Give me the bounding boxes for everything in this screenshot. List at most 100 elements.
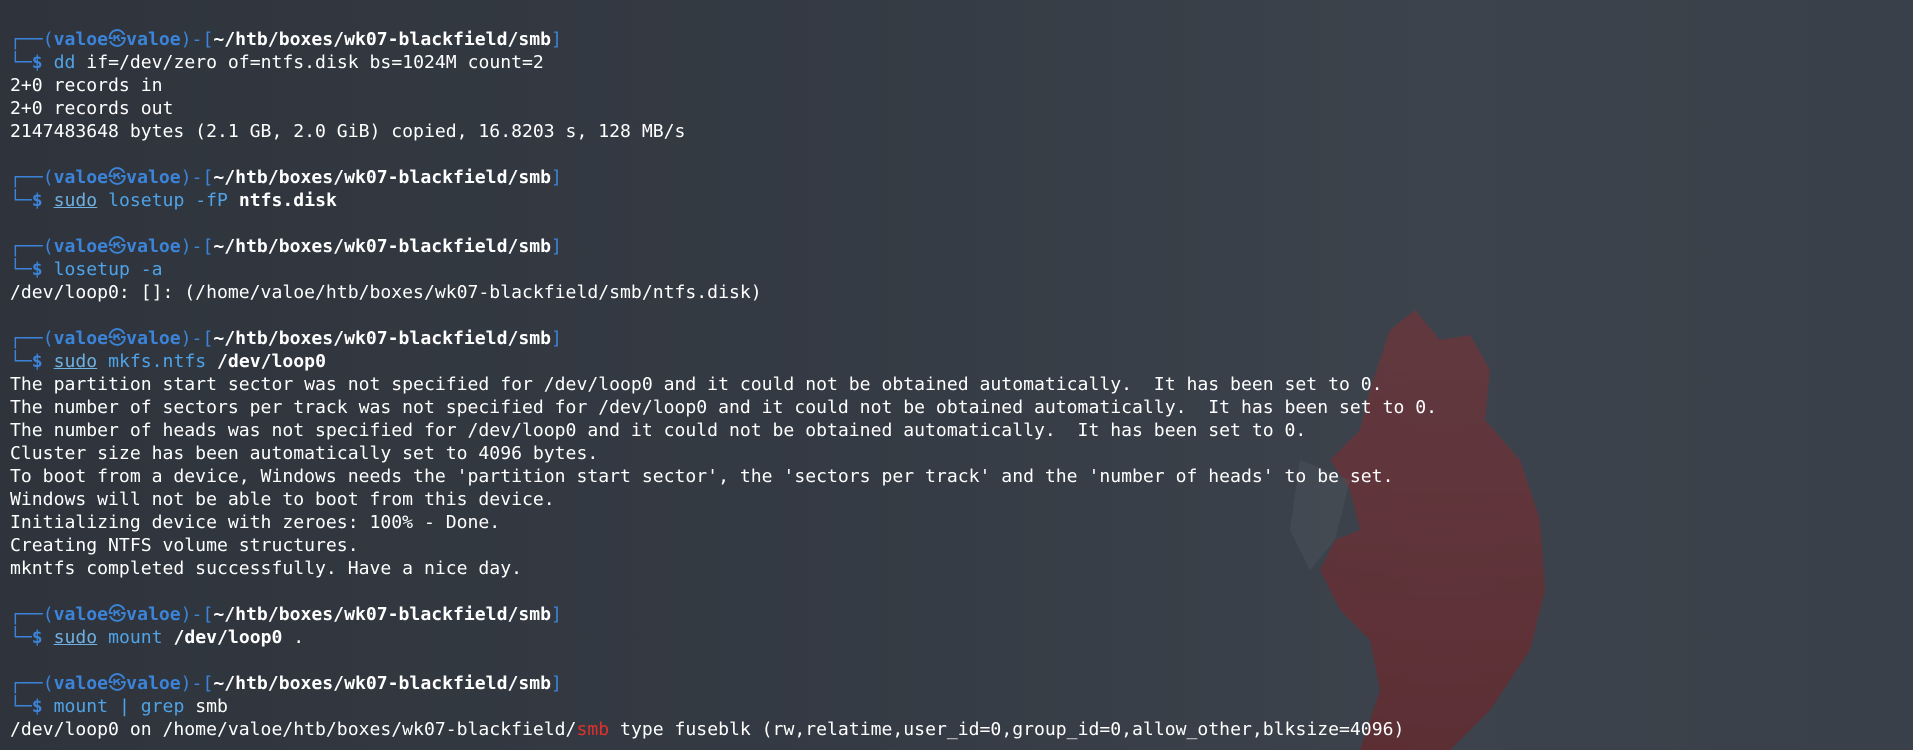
command-name: losetup: [108, 190, 185, 211]
prompt-bracket: ]: [551, 29, 562, 50]
prompt-separator: -[: [191, 236, 214, 257]
output-line: The number of heads was not specified fo…: [10, 420, 1307, 441]
prompt-separator: -[: [191, 167, 214, 188]
prompt-dollar: $: [31, 696, 43, 717]
prompt-at-icon: ㉿: [108, 673, 127, 694]
prompt-paren: ): [180, 328, 192, 349]
output-line: To boot from a device, Windows needs the…: [10, 466, 1394, 487]
prompt-bracket: ]: [551, 167, 562, 188]
prompt-cwd: ~/htb/boxes/wk07-blackfield/smb: [213, 673, 552, 694]
prompt-host: valoe: [126, 236, 181, 257]
prompt-cwd: ~/htb/boxes/wk07-blackfield/smb: [213, 604, 552, 625]
prompt-bracket: ]: [551, 604, 562, 625]
prompt-separator: -[: [191, 673, 214, 694]
prompt-frame-top: ┌──: [10, 673, 43, 694]
prompt-line: ┌──(valoe㉿valoe)-[~/htb/boxes/wk07-black…: [10, 235, 1437, 258]
prompt-frame-bottom: └─: [10, 696, 32, 717]
prompt-line: ┌──(valoe㉿valoe)-[~/htb/boxes/wk07-black…: [10, 28, 1437, 51]
command-line: └─$ sudo losetup -fP ntfs.disk: [10, 189, 1437, 212]
prompt-dollar: $: [31, 259, 43, 280]
command-name: grep: [140, 696, 185, 717]
prompt-at-icon: ㉿: [108, 167, 127, 188]
prompt-frame-top: ┌──: [10, 604, 43, 625]
prompt-dollar: $: [31, 52, 43, 73]
prompt-host: valoe: [126, 673, 181, 694]
prompt-cwd: ~/htb/boxes/wk07-blackfield/smb: [213, 167, 552, 188]
output-line: Windows will not be able to boot from th…: [10, 489, 555, 510]
prompt-paren: ): [180, 167, 192, 188]
prompt-user: valoe: [53, 328, 109, 349]
command-path-arg: /dev/loop0: [206, 351, 326, 372]
grep-match: smb: [576, 719, 610, 740]
output-line: mkntfs completed successfully. Have a ni…: [10, 558, 522, 579]
prompt-frame-top: ┌──: [10, 29, 43, 50]
prompt-separator: -[: [191, 604, 214, 625]
prompt-at-icon: ㉿: [108, 604, 127, 625]
prompt-line: ┌──(valoe㉿valoe)-[~/htb/boxes/wk07-black…: [10, 327, 1437, 350]
prompt-bracket: ]: [551, 236, 562, 257]
prompt-paren: ): [180, 673, 192, 694]
command-name: losetup: [53, 259, 130, 280]
prompt-line: ┌──(valoe㉿valoe)-[~/htb/boxes/wk07-black…: [10, 672, 1437, 695]
command-path-arg: /dev/loop0: [162, 627, 283, 648]
sudo-keyword: sudo: [53, 351, 98, 372]
prompt-paren: ): [180, 604, 192, 625]
output-line: 2147483648 bytes (2.1 GB, 2.0 GiB) copie…: [10, 121, 686, 142]
prompt-dollar: $: [31, 190, 43, 211]
prompt-user: valoe: [53, 604, 109, 625]
prompt-paren: ): [180, 236, 192, 257]
prompt-dollar: $: [31, 627, 43, 648]
command-args: smb: [184, 696, 228, 717]
prompt-cwd: ~/htb/boxes/wk07-blackfield/smb: [213, 328, 552, 349]
prompt-user: valoe: [53, 167, 109, 188]
prompt-frame-bottom: └─: [10, 627, 32, 648]
output-line: The number of sectors per track was not …: [10, 397, 1438, 418]
prompt-host: valoe: [126, 604, 181, 625]
prompt-host: valoe: [126, 328, 181, 349]
prompt-line: ┌──(valoe㉿valoe)-[~/htb/boxes/wk07-black…: [10, 603, 1437, 626]
command-line: └─$ losetup -a: [10, 258, 1437, 281]
prompt-line: ┌──(valoe㉿valoe)-[~/htb/boxes/wk07-black…: [10, 166, 1437, 189]
sudo-keyword: sudo: [53, 627, 98, 648]
output-line: The partition start sector was not speci…: [10, 374, 1383, 395]
output-line: /dev/loop0: []: (/home/valoe/htb/boxes/w…: [10, 282, 762, 303]
prompt-at-icon: ㉿: [108, 29, 127, 50]
prompt-frame-bottom: └─: [10, 259, 32, 280]
prompt-frame-top: ┌──: [10, 328, 43, 349]
command-name: mount: [53, 696, 109, 717]
prompt-host: valoe: [126, 29, 181, 50]
prompt-paren: (: [42, 167, 54, 188]
prompt-paren: (: [42, 604, 54, 625]
output-line: /dev/loop0 on /home/valoe/htb/boxes/wk07…: [10, 718, 1437, 741]
output-line: Cluster size has been automatically set …: [10, 443, 599, 464]
prompt-cwd: ~/htb/boxes/wk07-blackfield/smb: [213, 29, 552, 50]
command-line: └─$ sudo mkfs.ntfs /dev/loop0: [10, 350, 1437, 373]
prompt-at-icon: ㉿: [108, 236, 127, 257]
pipe-operator: |: [108, 696, 141, 717]
output-line: 2+0 records out: [10, 98, 174, 119]
terminal-output[interactable]: ┌──(valoe㉿valoe)-[~/htb/boxes/wk07-black…: [10, 28, 1437, 741]
prompt-user: valoe: [53, 236, 109, 257]
prompt-host: valoe: [126, 167, 181, 188]
prompt-separator: -[: [191, 328, 214, 349]
command-option: -a: [129, 259, 163, 280]
prompt-user: valoe: [53, 673, 109, 694]
command-line: └─$ dd if=/dev/zero of=ntfs.disk bs=1024…: [10, 51, 1437, 74]
command-args: if=/dev/zero of=ntfs.disk bs=1024M count…: [75, 52, 544, 73]
output-text: type fuseblk (rw,relatime,user_id=0,grou…: [609, 719, 1405, 740]
command-name: mount: [108, 627, 163, 648]
output-line: Creating NTFS volume structures.: [10, 535, 359, 556]
prompt-paren: (: [42, 673, 54, 694]
prompt-bracket: ]: [551, 328, 562, 349]
command-name: dd: [53, 52, 76, 73]
output-line: 2+0 records in: [10, 75, 163, 96]
prompt-dollar: $: [31, 351, 43, 372]
prompt-cwd: ~/htb/boxes/wk07-blackfield/smb: [213, 236, 552, 257]
command-path-arg: ntfs.disk: [227, 190, 337, 211]
prompt-frame-bottom: └─: [10, 190, 32, 211]
prompt-paren: ): [180, 29, 192, 50]
command-name: mkfs.ntfs: [108, 351, 207, 372]
